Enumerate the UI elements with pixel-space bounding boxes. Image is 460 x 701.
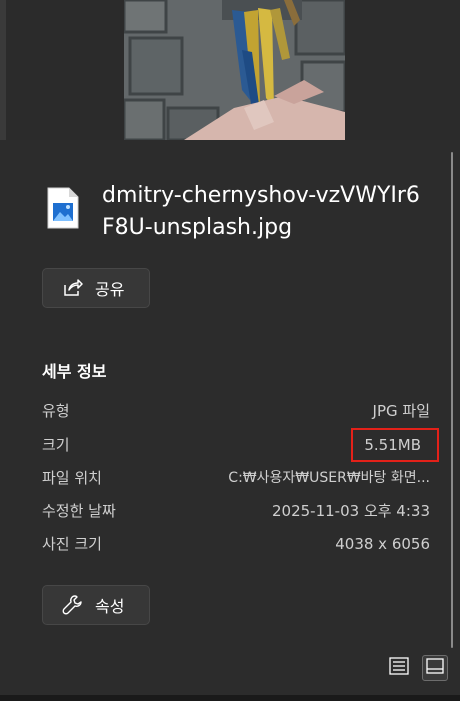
detail-key: 사진 크기 xyxy=(42,535,102,553)
detail-value: 4038 x 6056 xyxy=(335,535,430,553)
detail-key: 유형 xyxy=(42,402,70,420)
image-file-icon xyxy=(46,186,80,230)
image-preview xyxy=(124,0,345,140)
detail-value: 2025-11-03 오후 4:33 xyxy=(272,502,430,520)
detail-value: JPG 파일 xyxy=(372,402,430,420)
share-icon xyxy=(61,277,83,299)
scrollbar[interactable] xyxy=(451,152,453,648)
detail-row-location: 파일 위치 C:₩사용자₩USER₩바탕 화면... xyxy=(42,466,430,490)
detail-row-modified: 수정한 날짜 2025-11-03 오후 4:33 xyxy=(42,499,430,523)
properties-button[interactable]: 속성 xyxy=(42,585,150,625)
details-view-button[interactable] xyxy=(386,655,412,681)
preview-pane xyxy=(0,0,460,140)
preview-view-button[interactable] xyxy=(422,655,448,681)
file-name: dmitry-chernyshov-vzVWYIr6F8U-unsplash.j… xyxy=(102,183,420,240)
wrench-icon xyxy=(61,594,83,616)
share-button-label: 공유 xyxy=(95,280,125,299)
detail-key: 파일 위치 xyxy=(42,469,102,487)
detail-key: 수정한 날짜 xyxy=(42,502,116,520)
share-button[interactable]: 공유 xyxy=(42,268,150,308)
properties-button-label: 속성 xyxy=(95,597,125,616)
details-view-icon xyxy=(389,657,409,679)
detail-key: 크기 xyxy=(42,436,70,454)
preview-pane-icon xyxy=(426,658,444,678)
detail-value: C:₩사용자₩USER₩바탕 화면... xyxy=(228,470,430,486)
detail-row-dimensions: 사진 크기 4038 x 6056 xyxy=(42,532,430,556)
window-bottom-edge xyxy=(0,695,460,701)
size-highlight-box xyxy=(351,428,439,462)
detail-row-type: 유형 JPG 파일 xyxy=(42,399,430,423)
details-section-title: 세부 정보 xyxy=(42,362,107,381)
